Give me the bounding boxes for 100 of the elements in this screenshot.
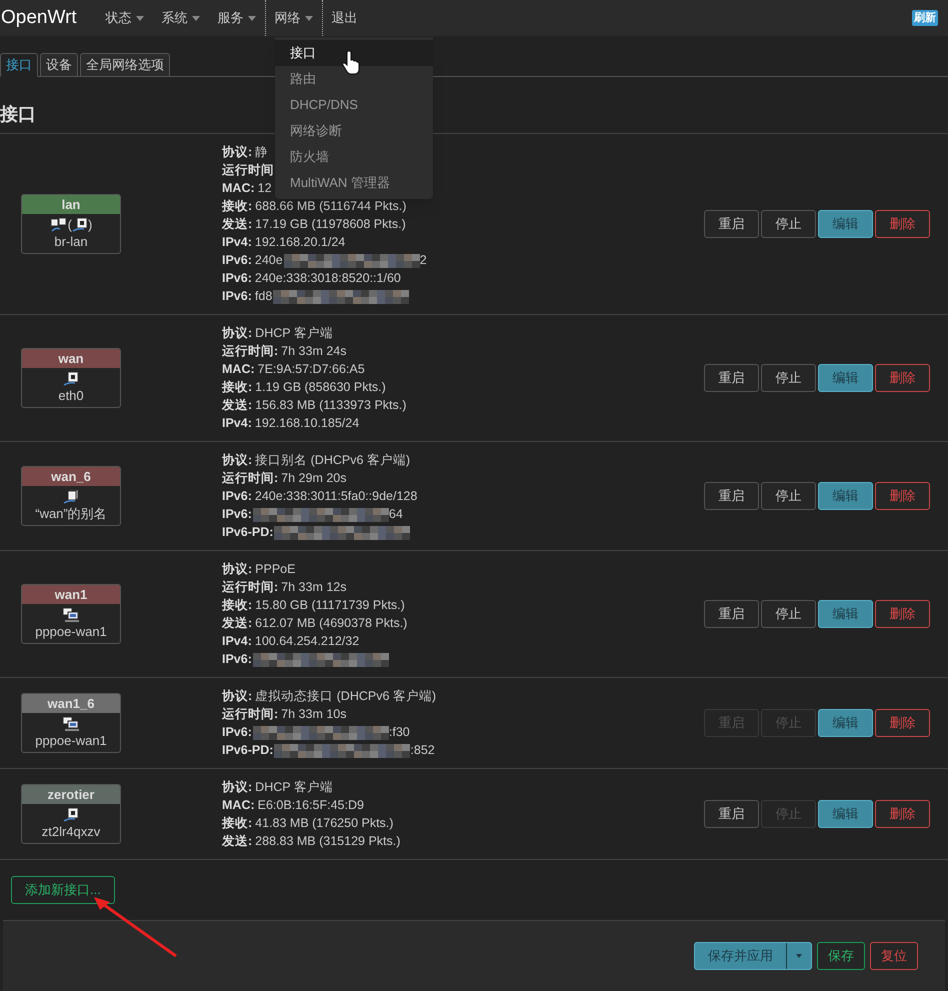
network-computers-icon: [62, 607, 80, 623]
bridge-icon: [50, 217, 68, 233]
device-name: br-lan: [53, 233, 89, 251]
ethernet-port-icon: [63, 371, 79, 387]
action-button[interactable]: 停止: [761, 482, 816, 510]
info-value: 688.66 MB (5116744 Pkts.): [255, 198, 406, 215]
info-value: 192.168.10.185/24: [254, 415, 360, 432]
info-value: 240e: [254, 252, 283, 269]
action-button[interactable]: 编辑: [818, 709, 873, 737]
info-label: 接收:: [222, 198, 252, 215]
nav-menu[interactable]: 退出: [322, 0, 367, 36]
menu-item[interactable]: 路由: [275, 66, 433, 92]
action-button[interactable]: 停止: [761, 600, 816, 628]
save-apply-button[interactable]: 保存并应用: [694, 942, 812, 970]
info-value: 41.83 MB (176250 Pkts.): [255, 815, 394, 832]
menu-item[interactable]: MultiWAN 管理器: [275, 170, 433, 196]
interface-name: wan_6: [22, 467, 120, 486]
info-label: IPv4:: [222, 234, 252, 251]
bracket-text: ): [88, 217, 92, 233]
action-button[interactable]: 删除: [875, 709, 930, 737]
info-label: IPv6:: [222, 488, 252, 505]
save-button[interactable]: 保存: [817, 942, 865, 970]
alias-port-icon: [63, 489, 79, 505]
info-value: 64: [388, 506, 403, 523]
info-label: 协议:: [222, 688, 252, 705]
info-value: 192.168.20.1/24: [254, 234, 346, 251]
caret-icon: [796, 954, 802, 958]
nav-menu[interactable]: 服务: [208, 0, 265, 36]
action-button[interactable]: 删除: [875, 364, 930, 392]
action-button[interactable]: 编辑: [818, 210, 873, 238]
menu-item[interactable]: 接口: [275, 40, 433, 66]
info-label: MAC:: [222, 361, 255, 378]
action-button[interactable]: 删除: [875, 800, 930, 828]
nav-menu[interactable]: 系统: [152, 0, 209, 36]
info-value: 7h 29m 20s: [281, 470, 346, 487]
info-value: 240e:338:3018:8520::1/60: [254, 270, 401, 287]
tab[interactable]: 接口: [0, 53, 38, 77]
info-value: 100.64.254.212/32: [254, 633, 360, 650]
info-value: 612.07 MB (4690378 Pkts.): [255, 615, 408, 632]
info-label: 发送:: [222, 615, 252, 632]
tab[interactable]: 全局网络选项: [80, 53, 170, 77]
info-label: 运行时间:: [222, 706, 278, 723]
network-computers-icon: [62, 716, 80, 732]
caret-icon: [136, 16, 144, 20]
menu-item[interactable]: 网络诊断: [275, 118, 433, 144]
nav-menu[interactable]: 网络: [264, 0, 323, 36]
nav-menu[interactable]: 状态: [96, 0, 153, 36]
info-label: 发送:: [222, 397, 252, 414]
info-value: 7h 33m 10s: [281, 706, 346, 723]
info-value: 240e:338:3011:5fa0::9de/128: [254, 488, 418, 505]
action-button[interactable]: 编辑: [818, 800, 873, 828]
interface-name: wan: [22, 349, 120, 368]
hand-cursor-icon: [342, 51, 360, 75]
action-button[interactable]: 重启: [704, 800, 759, 828]
interface-name: zerotier: [22, 785, 120, 804]
reset-button[interactable]: 复位: [870, 942, 918, 970]
tab[interactable]: 设备: [40, 53, 78, 77]
info-label: 接收:: [222, 815, 252, 832]
info-label: IPv6-PD:: [222, 742, 274, 759]
info-label: 协议:: [222, 452, 252, 469]
info-label: 协议:: [222, 144, 252, 161]
interface-name: wan1: [22, 585, 120, 604]
action-button[interactable]: 停止: [761, 364, 816, 392]
action-button[interactable]: 重启: [704, 482, 759, 510]
info-value: E6:0B:16:5F:45:D9: [258, 797, 364, 814]
action-button[interactable]: 删除: [875, 600, 930, 628]
ethernet-port-icon: [72, 217, 88, 233]
info-label: 接收:: [222, 379, 252, 396]
info-value: 15.80 GB (11171739 Pkts.): [255, 597, 405, 614]
info-label: IPv6:: [222, 288, 252, 305]
info-value: DHCP 客户端: [255, 779, 333, 796]
action-button[interactable]: 停止: [761, 210, 816, 238]
device-name: “wan”的别名: [34, 505, 108, 523]
action-button[interactable]: 编辑: [818, 364, 873, 392]
info-label: IPv6-PD:: [222, 524, 274, 541]
device-name: pppoe-wan1: [34, 732, 108, 750]
action-button[interactable]: 重启: [704, 210, 759, 238]
menu-item[interactable]: DHCP/DNS: [275, 92, 433, 118]
action-button[interactable]: 删除: [875, 210, 930, 238]
info-label: 运行时间: [222, 162, 274, 179]
refresh-badge[interactable]: 刷新: [912, 10, 938, 26]
info-value: :852: [410, 742, 435, 759]
action-button[interactable]: 重启: [704, 364, 759, 392]
info-label: 协议:: [222, 561, 252, 578]
info-value: 7E:9A:57:D7:66:A5: [258, 361, 365, 378]
info-label: IPv6:: [222, 506, 252, 523]
info-value: 288.83 MB (315129 Pkts.): [255, 833, 400, 850]
action-button[interactable]: 删除: [875, 482, 930, 510]
action-button[interactable]: 重启: [704, 600, 759, 628]
action-button[interactable]: 编辑: [818, 482, 873, 510]
info-label: MAC:: [222, 180, 255, 197]
caret-icon: [304, 16, 313, 20]
info-value: fd8: [254, 288, 272, 305]
info-value: 虚拟动态接口 (DHCPv6 客户端): [255, 688, 436, 705]
brand-logo[interactable]: OpenWrt: [0, 4, 97, 32]
info-value: 1.19 GB (858630 Pkts.): [255, 379, 386, 396]
info-value: 2: [420, 252, 427, 269]
action-button[interactable]: 编辑: [818, 600, 873, 628]
menu-item[interactable]: 防火墙: [275, 144, 433, 170]
info-label: 运行时间:: [222, 343, 278, 360]
